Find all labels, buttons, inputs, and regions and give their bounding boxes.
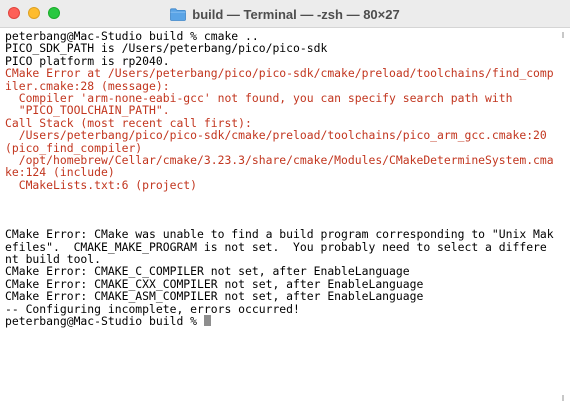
terminal-line: PICO_SDK_PATH is /Users/peterbang/pico/p… [5,41,328,56]
window-title-group: build — Terminal — -zsh — 80×27 [0,0,570,28]
terminal-line: CMake Error: CMake was unable to find a … [5,227,554,242]
terminal-output[interactable]: peterbang@Mac-Studio build % cmake .. PIC… [0,28,556,413]
terminal-error-line: CMake Error at /Users/peterbang/pico/pic… [5,66,554,81]
title-bar[interactable]: build — Terminal — -zsh — 80×27 [0,0,570,28]
text-cursor [203,314,211,326]
scrollbar[interactable] [556,28,570,413]
shell-prompt: peterbang@Mac-Studio build % [5,313,204,328]
terminal-error-line: /Users/peterbang/pico/pico-sdk/cmake/pre… [5,128,547,143]
scrollbar-bottom-marker [562,395,564,401]
scrollbar-top-marker [562,32,564,38]
terminal-window: build — Terminal — -zsh — 80×27 peterban… [0,0,570,413]
terminal-line: CMake Error: CMAKE_ASM_COMPILER not set,… [5,289,424,304]
terminal-error-line: "PICO_TOOLCHAIN_PATH". [5,103,170,118]
window-title: build — Terminal — -zsh — 80×27 [192,6,400,22]
folder-icon[interactable] [170,7,187,21]
terminal-error-line: CMakeLists.txt:6 (project) [5,177,198,192]
terminal-error-line: ke:124 (include) [5,165,115,180]
terminal-line: CMake Error: CMAKE_C_COMPILER not set, a… [5,264,410,279]
terminal-prompt-line[interactable]: peterbang@Mac-Studio build % [5,315,556,327]
